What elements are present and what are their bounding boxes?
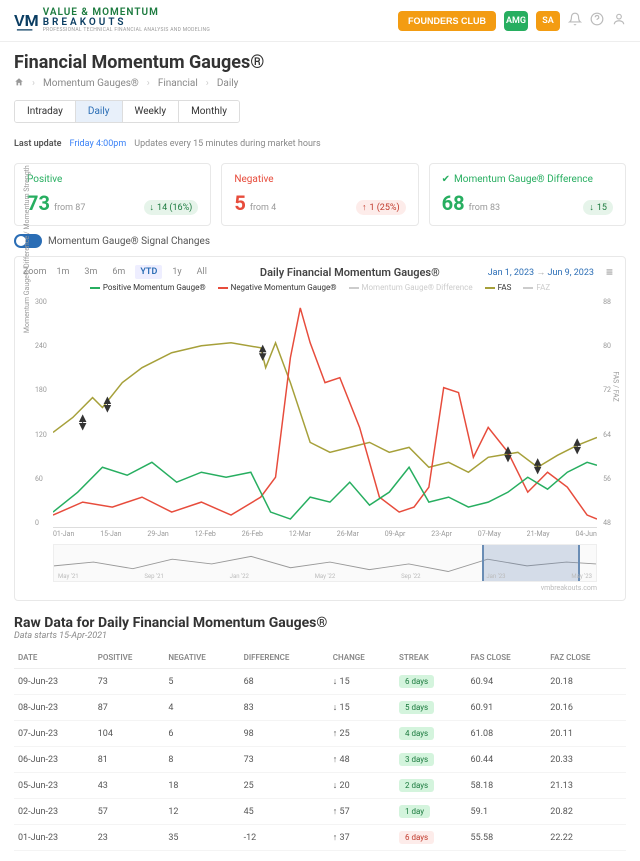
chart-plot[interactable]: Momentum Gauge® Difference / Momentum St… (53, 298, 597, 528)
table-row: 09-Jun-2373568156 days60.9420.18 (14, 669, 626, 695)
raw-data-title: Raw Data for Daily Financial Momentum Ga… (14, 615, 626, 631)
zoom-ytd[interactable]: YTD (135, 265, 162, 279)
negative-from: from 4 (250, 203, 276, 213)
column-header[interactable]: POSITIVE (94, 647, 165, 669)
card-positive: Positive 73from 87 ↓ 14 (16%) (14, 163, 211, 226)
chevron-right-icon: › (32, 78, 35, 89)
help-icon[interactable] (590, 12, 604, 30)
diff-value: 68 (442, 191, 465, 215)
chart-container: Zoom 1m 3m 6m YTD 1y All Daily Financial… (14, 256, 626, 601)
column-header[interactable]: DIFFERENCE (240, 647, 329, 669)
x-ticks: 01-Jan15-Jan29-Jan12-Feb26-Feb12-Mar26-M… (53, 530, 597, 538)
table-row: 06-Jun-2381873483 days60.4420.33 (14, 747, 626, 773)
chart-navigator[interactable]: May '21Sep '21Jan '22May '22Sep '22Jan '… (53, 544, 597, 582)
column-header[interactable]: FAS CLOSE (467, 647, 547, 669)
user-icon[interactable] (612, 12, 626, 30)
legend-negative[interactable]: Negative Momentum Gauge® (218, 283, 337, 292)
check-icon: ✔ (442, 174, 450, 185)
chart-credit: vmbreakouts.com (23, 584, 597, 592)
data-start-note: Data starts 15-Apr-2021 (14, 631, 626, 641)
zoom-1m[interactable]: 1m (51, 265, 74, 279)
column-header[interactable]: NEGATIVE (164, 647, 239, 669)
positive-from: from 87 (54, 203, 85, 213)
zoom-6m[interactable]: 6m (107, 265, 130, 279)
brand-sub: PROFESSIONAL TECHNICAL FINANCIAL ANALYSI… (43, 28, 210, 33)
breadcrumb-item[interactable]: Financial (158, 78, 198, 89)
card-negative: Negative 5 from 4 ↑ 1 (25%) (221, 163, 418, 226)
chevron-right-icon: › (206, 78, 209, 89)
update-note: Updates every 15 minutes during market h… (134, 139, 320, 149)
diff-from: from 83 (469, 203, 500, 213)
positive-change-chip: ↓ 14 (16%) (144, 200, 199, 215)
table-row: 02-Jun-23571245571 day59.120.82 (14, 799, 626, 825)
column-header[interactable]: CHANGE (329, 647, 395, 669)
card-title: ✔Momentum Gauge® Difference (442, 174, 613, 185)
tab-daily[interactable]: Daily (76, 101, 123, 122)
badge-sa[interactable]: SA (536, 11, 560, 31)
y-ticks: 300240180120600 (35, 298, 47, 527)
negative-value: 5 (234, 191, 245, 215)
tab-weekly[interactable]: Weekly (123, 101, 180, 122)
logo[interactable]: V͟M VALUE & MOMENTUM BREAKOUTS PROFESSIO… (14, 8, 210, 33)
logo-mark: V͟M (14, 11, 39, 31)
badge-amg[interactable]: AMG (504, 11, 528, 31)
date-range[interactable]: Jan 1, 2023 → Jun 9, 2023 (488, 267, 594, 278)
breadcrumb-item[interactable]: Daily (217, 78, 239, 89)
legend-faz[interactable]: FAZ (523, 283, 550, 292)
zoom-3m[interactable]: 3m (79, 265, 102, 279)
chevron-right-icon: › (147, 78, 150, 89)
tab-bar: Intraday Daily Weekly Monthly (14, 100, 240, 123)
legend-fas[interactable]: FAS (485, 283, 512, 292)
table-row: 07-Jun-23104698254 days61.0820.11 (14, 721, 626, 747)
zoom-1y[interactable]: 1y (167, 265, 186, 279)
card-title: Positive (27, 174, 198, 185)
chart-menu-icon[interactable]: ≡ (602, 265, 617, 279)
column-header[interactable]: DATE (14, 647, 94, 669)
column-header[interactable]: FAZ CLOSE (546, 647, 626, 669)
page-title: Financial Momentum Gauges® (14, 52, 626, 73)
negative-change-chip: ↑ 1 (25%) (356, 200, 406, 215)
legend-difference[interactable]: Momentum Gauge® Difference (349, 283, 473, 292)
home-icon[interactable] (14, 77, 24, 90)
tab-intraday[interactable]: Intraday (15, 101, 76, 122)
card-difference: ✔Momentum Gauge® Difference 68 from 83 ↓ … (429, 163, 626, 226)
bell-icon[interactable] (568, 12, 582, 30)
card-title: Negative (234, 174, 405, 185)
last-update-label: Last update (14, 139, 61, 149)
zoom-all[interactable]: All (192, 265, 212, 279)
y-axis-label: Momentum Gauge® Difference / Momentum St… (23, 165, 31, 333)
founders-club-button[interactable]: FOUNDERS CLUB (398, 11, 496, 31)
y2-ticks: 888072645648 (603, 298, 611, 527)
table-row: 08-Jun-2387483155 days60.9120.16 (14, 695, 626, 721)
diff-change-chip: ↓ 15 (583, 200, 613, 215)
table-row: 05-Jun-23431825202 days58.1821.13 (14, 773, 626, 799)
tab-monthly[interactable]: Monthly (179, 101, 239, 122)
legend-positive[interactable]: Positive Momentum Gauge® (90, 283, 206, 292)
chart-title: Daily Financial Momentum Gauges® (260, 266, 440, 279)
table-row: 01-Jun-232335-12376 days55.5822.22 (14, 825, 626, 851)
column-header[interactable]: STREAK (395, 647, 467, 669)
raw-data-table: DATEPOSITIVENEGATIVEDIFFERENCECHANGESTRE… (14, 647, 626, 851)
toggle-label: Momentum Gauge® Signal Changes (48, 236, 210, 247)
last-update-time: Friday 4:00pm (69, 139, 126, 149)
breadcrumb-item[interactable]: Momentum Gauges® (43, 78, 139, 89)
y2-axis-label: FAS / FAZ (611, 371, 619, 401)
breadcrumb: › Momentum Gauges® › Financial › Daily (14, 77, 626, 90)
